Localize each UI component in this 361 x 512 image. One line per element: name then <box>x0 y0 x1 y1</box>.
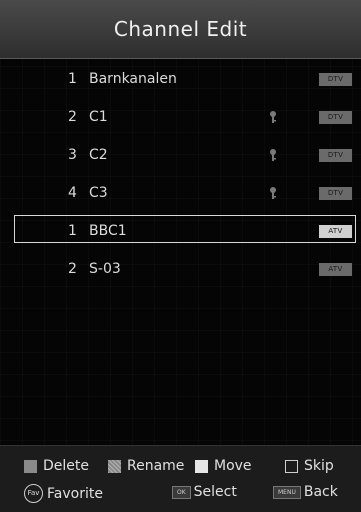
favorite-label: Favorite <box>47 485 103 502</box>
menu-key-icon: MENU <box>273 485 301 499</box>
channel-type-badge: DTV <box>319 148 352 162</box>
pattern-key-icon <box>108 459 121 473</box>
rename-hint[interactable]: Rename <box>108 458 184 474</box>
move-label: Move <box>214 458 252 474</box>
rename-label: Rename <box>127 458 185 474</box>
channel-row[interactable]: 4 C3 DTV <box>0 174 361 212</box>
screen-title: Channel Edit <box>0 0 361 59</box>
channel-edit-screen: Channel Edit 1 Barnkanalen DTV 2 C1 DTV … <box>0 0 361 512</box>
channel-number: 2 <box>68 261 77 277</box>
favorite-hint[interactable]: Fav Favorite <box>24 484 103 503</box>
channel-name: BBC1 <box>89 223 127 239</box>
delete-hint[interactable]: Delete <box>24 458 89 474</box>
channel-number: 1 <box>68 71 77 87</box>
channel-row[interactable]: 3 C2 DTV <box>0 136 361 174</box>
gray-key-icon <box>24 459 37 473</box>
move-hint[interactable]: Move <box>195 458 252 474</box>
channel-type-badge: DTV <box>319 186 352 200</box>
channel-row[interactable]: 1 Barnkanalen DTV <box>0 60 361 98</box>
lock-icon <box>270 149 276 161</box>
channel-row[interactable]: 2 C1 DTV <box>0 98 361 136</box>
channel-name: S-03 <box>89 261 121 277</box>
lock-icon <box>270 187 276 199</box>
back-hint[interactable]: MENU Back <box>273 484 338 500</box>
ok-key-icon: OK <box>172 485 191 499</box>
select-label: Select <box>193 484 237 500</box>
channel-type-badge: ATV <box>319 224 352 238</box>
channel-row-selected[interactable]: 1 BBC1 ATV <box>0 212 361 250</box>
fav-key-icon: Fav <box>24 484 43 503</box>
delete-label: Delete <box>43 458 89 474</box>
channel-name: Barnkanalen <box>89 71 177 87</box>
channel-name: C3 <box>89 185 108 201</box>
channel-number: 2 <box>68 109 77 125</box>
lock-icon <box>270 111 276 123</box>
channel-type-badge: ATV <box>319 262 352 276</box>
channel-number: 4 <box>68 185 77 201</box>
key-legend: Delete Rename Move Skip Fav Favorite OK … <box>0 445 361 512</box>
channel-row[interactable]: 2 S-03 ATV <box>0 250 361 288</box>
skip-label: Skip <box>304 458 334 474</box>
skip-hint[interactable]: Skip <box>285 458 334 474</box>
back-label: Back <box>303 484 338 500</box>
outline-key-icon <box>285 459 298 473</box>
white-key-icon <box>195 459 208 473</box>
channel-number: 1 <box>68 223 77 239</box>
channel-type-badge: DTV <box>319 110 352 124</box>
select-hint[interactable]: OK Select <box>172 484 237 500</box>
channel-type-badge: DTV <box>319 72 352 86</box>
channel-name: C1 <box>89 109 108 125</box>
channel-name: C2 <box>89 147 108 163</box>
channel-list: 1 Barnkanalen DTV 2 C1 DTV 3 C2 DTV 4 C3 <box>0 60 361 288</box>
channel-number: 3 <box>68 147 77 163</box>
